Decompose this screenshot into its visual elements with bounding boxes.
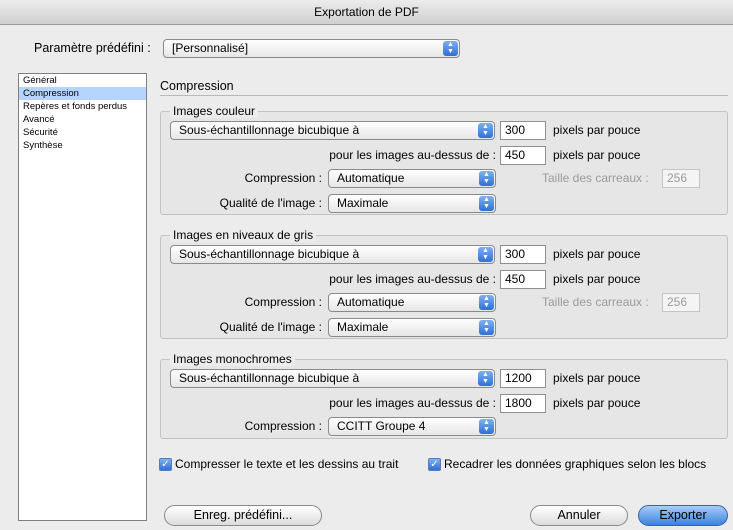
color-compression-value: Automatique: [337, 171, 405, 185]
gray-compression-label: Compression :: [244, 295, 322, 309]
gray-compression-popup[interactable]: Automatique ▲ ▼: [328, 293, 496, 312]
mono-group-title: Images monochromes: [170, 352, 295, 366]
popup-arrows-icon: ▲ ▼: [479, 419, 494, 434]
popup-arrows-icon: ▲ ▼: [478, 247, 493, 262]
preset-label: Paramètre prédéfini :: [34, 41, 151, 55]
gray-ppi-unit: pixels par pouce: [553, 247, 641, 261]
crop-data-checkbox[interactable]: ✓: [428, 458, 441, 471]
category-list: Général Compression Repères et fonds per…: [18, 73, 147, 521]
color-compression-label: Compression :: [244, 171, 322, 185]
color-quality-value: Maximale: [337, 196, 389, 210]
crop-data-label: Recadrer les données graphiques selon le…: [444, 457, 707, 471]
color-above-unit: pixels par pouce: [553, 148, 641, 162]
color-above-field[interactable]: 450: [500, 146, 546, 165]
gray-quality-popup[interactable]: Maximale ▲ ▼: [328, 318, 496, 337]
gray-group-title: Images en niveaux de gris: [170, 228, 317, 242]
gray-quality-label: Qualité de l'image :: [219, 320, 322, 334]
color-compression-popup[interactable]: Automatique ▲ ▼: [328, 169, 496, 188]
color-group-title: Images couleur: [170, 104, 259, 118]
popup-arrows-icon: ▲ ▼: [479, 295, 494, 310]
mono-above-field[interactable]: 1800: [500, 394, 546, 413]
sidebar-item-marks-bleeds[interactable]: Repères et fonds perdus: [19, 100, 146, 113]
mono-sampling-value: Sous-échantillonnage bicubique à: [179, 371, 360, 385]
section-divider: [160, 95, 728, 96]
compress-text-checkbox[interactable]: ✓: [159, 458, 172, 471]
section-title: Compression: [160, 79, 234, 93]
sidebar-item-compression[interactable]: Compression: [19, 87, 146, 100]
sidebar-item-security[interactable]: Sécurité: [19, 126, 146, 139]
popup-arrows-icon: ▲ ▼: [479, 196, 494, 211]
gray-tile-field[interactable]: 256: [662, 293, 700, 312]
compress-text-label: Compresser le texte et les dessins au tr…: [175, 457, 399, 471]
gray-quality-value: Maximale: [337, 320, 389, 334]
mono-above-unit: pixels par pouce: [553, 396, 641, 410]
color-above-label: pour les images au-dessus de :: [329, 148, 496, 162]
gray-tile-label: Taille des carreaux :: [542, 295, 649, 309]
color-sampling-popup[interactable]: Sous-échantillonnage bicubique à ▲ ▼: [170, 121, 495, 140]
popup-arrows-icon: ▲ ▼: [443, 41, 458, 56]
mono-compression-label: Compression :: [244, 419, 322, 433]
window-title: Exportation de PDF: [0, 0, 733, 25]
sidebar-item-summary[interactable]: Synthèse: [19, 139, 146, 152]
popup-arrows-icon: ▲ ▼: [479, 320, 494, 335]
color-quality-label: Qualité de l'image :: [219, 196, 322, 210]
mono-above-label: pour les images au-dessus de :: [329, 396, 496, 410]
gray-ppi-field[interactable]: 300: [500, 245, 546, 264]
cancel-button[interactable]: Annuler: [530, 505, 628, 526]
mono-sampling-popup[interactable]: Sous-échantillonnage bicubique à ▲ ▼: [170, 369, 495, 388]
gray-sampling-popup[interactable]: Sous-échantillonnage bicubique à ▲ ▼: [170, 245, 495, 264]
popup-arrows-icon: ▲ ▼: [478, 371, 493, 386]
mono-ppi-unit: pixels par pouce: [553, 371, 641, 385]
color-ppi-unit: pixels par pouce: [553, 123, 641, 137]
save-preset-button[interactable]: Enreg. prédéfini...: [164, 505, 322, 526]
gray-above-field[interactable]: 450: [500, 270, 546, 289]
color-tile-label: Taille des carreaux :: [542, 171, 649, 185]
color-quality-popup[interactable]: Maximale ▲ ▼: [328, 194, 496, 213]
gray-above-label: pour les images au-dessus de :: [329, 272, 496, 286]
preset-value: [Personnalisé]: [172, 41, 249, 55]
gray-compression-value: Automatique: [337, 295, 405, 309]
popup-arrows-icon: ▲ ▼: [479, 171, 494, 186]
color-tile-field[interactable]: 256: [662, 169, 700, 188]
gray-sampling-value: Sous-échantillonnage bicubique à: [179, 247, 360, 261]
color-ppi-field[interactable]: 300: [500, 121, 546, 140]
mono-compression-popup[interactable]: CCITT Groupe 4 ▲ ▼: [328, 417, 496, 436]
dialog-body: Paramètre prédéfini : [Personnalisé] ▲ ▼ …: [0, 25, 733, 530]
sidebar-item-advanced[interactable]: Avancé: [19, 113, 146, 126]
gray-above-unit: pixels par pouce: [553, 272, 641, 286]
popup-arrows-icon: ▲ ▼: [478, 123, 493, 138]
sidebar-item-general[interactable]: Général: [19, 74, 146, 87]
color-sampling-value: Sous-échantillonnage bicubique à: [179, 123, 360, 137]
export-button[interactable]: Exporter: [638, 505, 728, 526]
mono-compression-value: CCITT Groupe 4: [337, 419, 426, 433]
mono-ppi-field[interactable]: 1200: [500, 369, 546, 388]
preset-popup[interactable]: [Personnalisé] ▲ ▼: [163, 39, 460, 58]
